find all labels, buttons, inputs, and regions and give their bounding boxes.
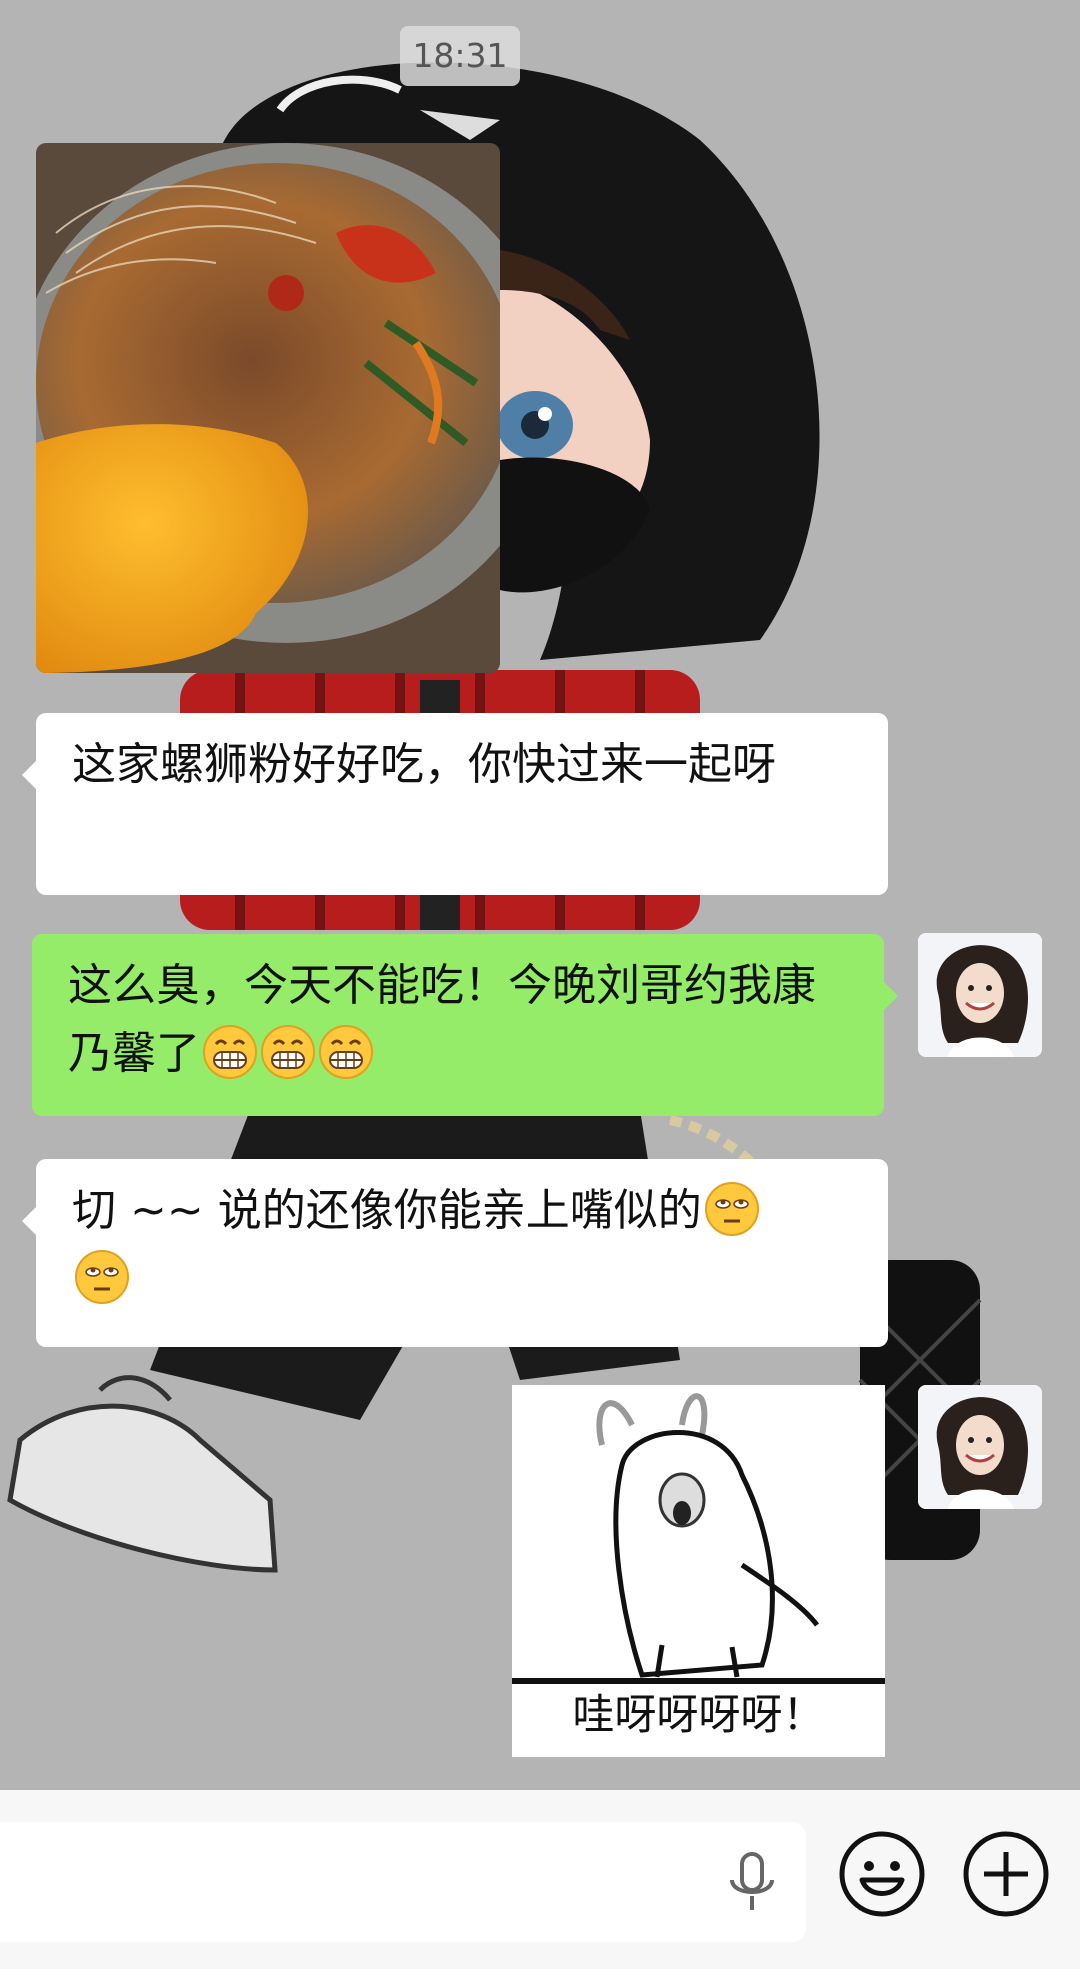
message-input[interactable]	[0, 1822, 806, 1942]
sticker-caption: 哇呀呀呀呀！	[572, 1690, 825, 1739]
timestamp: 18:31	[400, 26, 520, 86]
grin-icon	[319, 1025, 373, 1079]
eye-roll-icon	[704, 1182, 759, 1236]
incoming-message-bubble[interactable]: 这家螺狮粉好好吃，你快过来一起呀	[22, 713, 888, 895]
eye-roll-icon	[75, 1250, 129, 1304]
avatar[interactable]	[918, 1385, 1042, 1509]
message-text: 这么臭，今天不能吃！今晚刘哥约我康乃馨了	[68, 960, 816, 1079]
plus-circle-icon[interactable]	[962, 1830, 1050, 1918]
noodle-soup-photo	[36, 143, 500, 673]
grin-icon	[261, 1025, 315, 1079]
grin-icon	[203, 1025, 257, 1079]
emoji-face-icon[interactable]	[838, 1830, 926, 1918]
sticker-message[interactable]: 哇呀呀呀呀！	[512, 1385, 885, 1757]
chat-input-bar	[0, 1790, 1080, 1969]
avatar-portrait	[918, 933, 1042, 1057]
message-text: 切 ~~ 说的还像你能亲上嘴似的	[72, 1185, 702, 1236]
incoming-message-bubble[interactable]: 切 ~~ 说的还像你能亲上嘴似的	[22, 1159, 888, 1347]
message-text: 这家螺狮粉好好吃，你快过来一起呀	[72, 739, 776, 790]
outgoing-message-bubble[interactable]: 这么臭，今天不能吃！今晚刘哥约我康乃馨了	[32, 934, 898, 1116]
avatar[interactable]	[918, 933, 1042, 1057]
microphone-icon[interactable]	[726, 1852, 778, 1916]
avatar-portrait	[918, 1385, 1042, 1509]
image-message[interactable]	[36, 143, 500, 673]
